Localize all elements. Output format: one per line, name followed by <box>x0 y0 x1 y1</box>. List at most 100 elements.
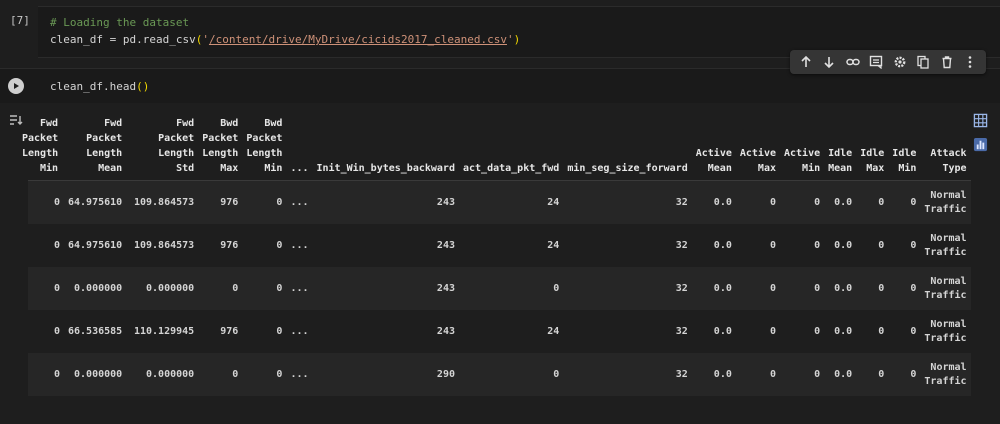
more-icon[interactable] <box>961 53 979 71</box>
table-cell: 0.000000 <box>126 267 199 310</box>
file-path-link[interactable]: /content/drive/MyDrive/cicids2017_cleane… <box>209 33 507 46</box>
table-row: 0 64.975610 109.864573 976 0... 243 24 32 0.0 0 0 0… <box>28 224 971 267</box>
table-cell: 976 <box>198 180 243 224</box>
table-cell: 0 <box>242 353 287 396</box>
trash-icon[interactable] <box>938 53 956 71</box>
column-header: min_seg_size_forward <box>567 163 688 174</box>
table-cell: 0.000000 <box>64 267 127 310</box>
cell-text: Traffic <box>924 332 967 344</box>
column-header: Active Mean <box>695 148 732 174</box>
table-cell: 0.0 <box>691 310 736 353</box>
table-cell: 32 <box>563 224 692 267</box>
code-line-head[interactable]: clean_df.head() <box>50 80 149 93</box>
cell-text: Traffic <box>924 203 967 215</box>
table-cell: 0.0 <box>691 353 736 396</box>
code-quote: ' <box>202 33 209 46</box>
table-cell: 24 <box>458 310 564 353</box>
table-cell: 0 <box>779 310 825 353</box>
column-header: Active Min <box>783 148 821 174</box>
table-cell: 109.864573 <box>126 180 199 224</box>
column-header: Idle Max <box>860 148 885 174</box>
table-cell: 0.0 <box>691 224 736 267</box>
table-cell: 243 <box>312 267 459 310</box>
arrow-down-icon[interactable] <box>820 53 838 71</box>
table-cell: Normal Traffic <box>920 267 971 310</box>
table-header-row: Fwd Packet Length Min Fwd Packet Length Mean F… <box>22 116 971 181</box>
table-cell: Normal Traffic <box>920 310 971 353</box>
column-header: Idle Min <box>892 148 917 174</box>
dataframe-table: Fwd Packet Length Min Fwd Packet Length Mean F… <box>22 116 971 396</box>
table-cell: 0 <box>888 267 921 310</box>
column-header: act_data_pkt_fwd <box>462 163 560 174</box>
table-cell: 24 <box>458 224 564 267</box>
cell-text: Normal <box>930 318 967 330</box>
column-header: Fwd Packet Length Std <box>158 118 195 174</box>
table-cell: 64.975610 <box>64 180 127 224</box>
table-cell: 243 <box>312 180 459 224</box>
table-cell: 0 <box>28 224 64 267</box>
code-paren: ) <box>142 80 150 93</box>
table-cell: 243 <box>312 310 459 353</box>
table-cell: 0 <box>198 267 243 310</box>
gear-icon[interactable] <box>891 53 909 71</box>
cell-text: Normal <box>930 232 967 244</box>
output-side-actions <box>972 112 994 160</box>
table-cell: 109.864573 <box>126 224 199 267</box>
mirror-cell-icon[interactable] <box>914 53 932 71</box>
table-cell: 0 <box>28 353 64 396</box>
table-cell: 0 <box>735 180 780 224</box>
table-cell: 32 <box>563 353 692 396</box>
table-cell: 0 <box>735 267 780 310</box>
table-cell: 32 <box>563 180 692 224</box>
table-cell: ... <box>286 267 313 310</box>
table-cell: 0 <box>198 353 243 396</box>
table-row: 0 0.000000 0.000000 0 0... 243 0 32 0.0 0 0 0.0 0 0 No… <box>28 267 971 310</box>
table-row: 0 66.536585 110.129945 976 0... 243 24 32 0.0 0 0 0… <box>28 310 971 353</box>
table-cell: ... <box>286 353 313 396</box>
play-icon <box>14 83 19 89</box>
column-header: Idle Mean <box>828 148 853 174</box>
table-cell: 0.000000 <box>64 353 127 396</box>
table-row: 0 64.975610 109.864573 976 0... 243 24 32 0.0 0 0 0… <box>28 180 971 224</box>
cell-text: Traffic <box>924 375 967 387</box>
link-icon[interactable] <box>844 53 862 71</box>
table-cell: 32 <box>563 267 692 310</box>
table-cell: 0 <box>779 180 825 224</box>
table-cell: 0 <box>779 353 825 396</box>
table-cell: 976 <box>198 310 243 353</box>
table-cell: 0.0 <box>824 267 857 310</box>
table-cell: Normal Traffic <box>920 353 971 396</box>
table-cell: ... <box>286 224 313 267</box>
cell-text: Normal <box>930 275 967 287</box>
table-cell: 0 <box>888 224 921 267</box>
column-header: Fwd Packet Length Mean <box>86 118 123 174</box>
column-header: Fwd Packet Length Min <box>22 118 58 174</box>
table-cell: 0 <box>242 180 287 224</box>
table-cell: 0 <box>735 310 780 353</box>
table-row: 0 0.000000 0.000000 0 0... 290 0 32 0.0 0 0 0.0 0 0 No… <box>28 353 971 396</box>
table-cell: 0 <box>779 267 825 310</box>
table-cell: 0.0 <box>824 180 857 224</box>
table-cell: 290 <box>312 353 459 396</box>
table-cell: 0 <box>735 353 780 396</box>
comment-icon[interactable] <box>867 53 885 71</box>
table-cell: 32 <box>563 310 692 353</box>
table-cell: 0 <box>856 310 889 353</box>
cell-text: Traffic <box>924 289 967 301</box>
column-header: Active Max <box>739 148 776 174</box>
table-cell: 976 <box>198 224 243 267</box>
code-paren: ( <box>136 80 143 93</box>
table-cell: ... <box>286 310 313 353</box>
table-cell: 0 <box>856 267 889 310</box>
run-cell-button[interactable] <box>8 78 24 94</box>
table-view-icon[interactable] <box>972 112 988 128</box>
column-header: Init_Win_bytes_backward <box>316 163 455 174</box>
arrow-up-icon[interactable] <box>797 53 815 71</box>
table-cell: 110.129945 <box>126 310 199 353</box>
table-cell: 0 <box>856 180 889 224</box>
chart-suggestion-icon[interactable] <box>972 136 988 152</box>
table-cell: 0 <box>242 224 287 267</box>
column-header: Bwd Packet Length Max <box>202 118 239 174</box>
table-cell: 0 <box>242 267 287 310</box>
table-cell: 0.0 <box>824 310 857 353</box>
